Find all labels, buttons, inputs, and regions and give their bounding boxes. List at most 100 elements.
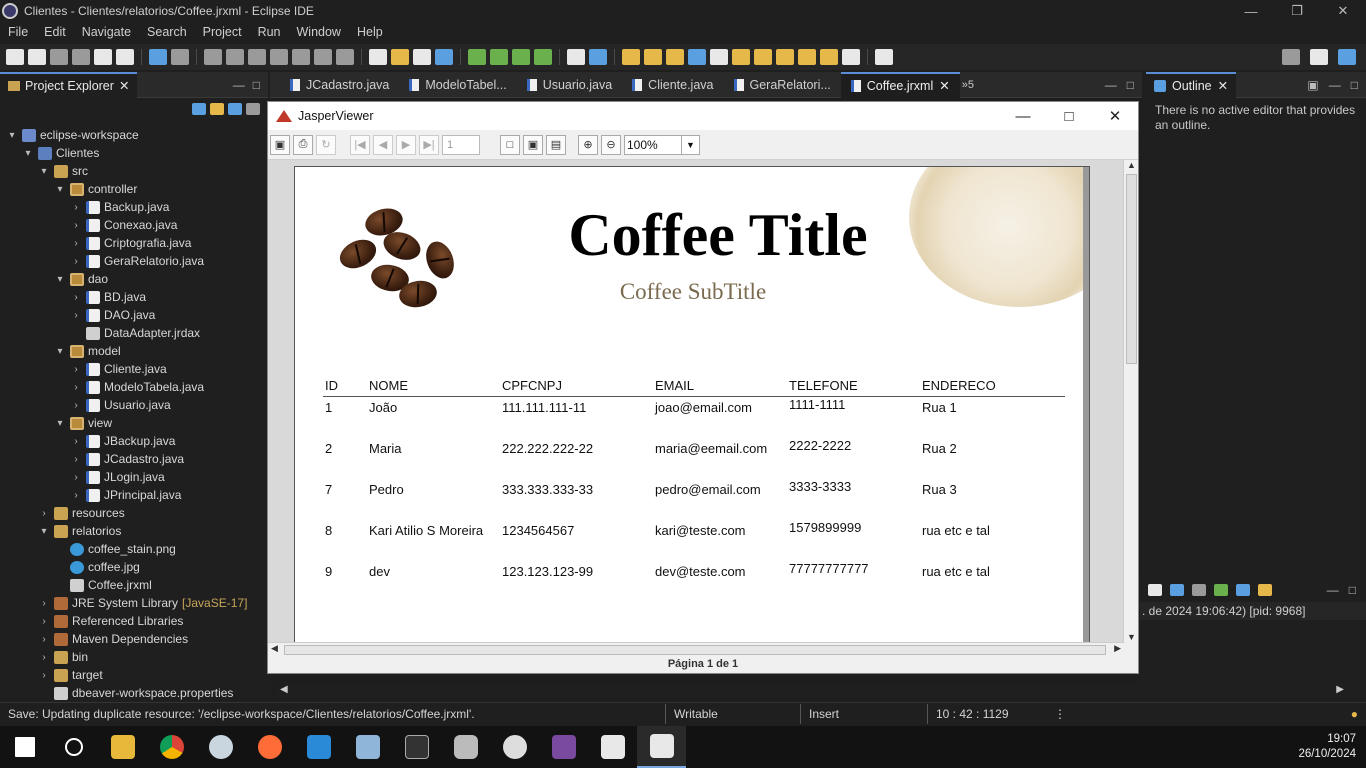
chevron-down-icon[interactable]: ▾ xyxy=(54,274,66,285)
report-vscrollbar[interactable]: ▲ ▼ xyxy=(1123,160,1138,642)
run-icon[interactable] xyxy=(490,49,508,65)
console-new-icon[interactable] xyxy=(1258,584,1272,596)
terminate-icon[interactable] xyxy=(248,49,266,65)
chevron-down-icon[interactable]: ▼ xyxy=(681,135,699,154)
chevron-right-icon[interactable]: › xyxy=(38,670,50,681)
minimize-view-icon[interactable]: — xyxy=(1327,583,1339,597)
previous-page-icon[interactable]: ◀ xyxy=(373,134,393,155)
maximize-view-icon[interactable]: □ xyxy=(1351,78,1358,92)
editor-tab[interactable]: Coffee.jrxml ✕ xyxy=(840,71,960,98)
chevron-right-icon[interactable]: › xyxy=(70,202,82,213)
last-edit-icon[interactable] xyxy=(776,49,794,65)
menu-edit[interactable]: Edit xyxy=(36,25,74,39)
file-explorer-icon[interactable] xyxy=(98,726,147,768)
chevron-right-icon[interactable]: › xyxy=(38,616,50,627)
jasper-taskbar-icon[interactable] xyxy=(588,726,637,768)
tree-item[interactable]: Coffee.jrxml xyxy=(0,576,268,594)
chevron-down-icon[interactable]: ▾ xyxy=(22,148,34,159)
chevron-right-icon[interactable]: › xyxy=(70,292,82,303)
console-display-icon[interactable] xyxy=(1236,584,1250,596)
more-tabs-button[interactable]: »5 xyxy=(962,79,974,91)
tree-item[interactable]: › JPrincipal.java xyxy=(0,486,268,504)
menu-file[interactable]: File xyxy=(0,25,36,39)
vscode-icon[interactable] xyxy=(294,726,343,768)
menu-help[interactable]: Help xyxy=(349,25,391,39)
tree-item[interactable]: › Maven Dependencies xyxy=(0,630,268,648)
previous-annotation-icon[interactable] xyxy=(754,49,772,65)
chevron-down-icon[interactable]: ▾ xyxy=(54,418,66,429)
maximize-view-icon[interactable]: □ xyxy=(1127,78,1134,92)
tree-item[interactable]: ▾ relatorios xyxy=(0,522,268,540)
chevron-right-icon[interactable]: › xyxy=(70,436,82,447)
page-number-input[interactable]: 1 xyxy=(442,134,480,155)
taskbar-clock[interactable]: 19:07 26/10/2024 xyxy=(1298,732,1366,762)
fit-page-icon[interactable]: ▣ xyxy=(523,134,543,155)
save-all-icon[interactable] xyxy=(72,49,90,65)
open-type-icon[interactable] xyxy=(622,49,640,65)
tree-item[interactable]: › Cliente.java xyxy=(0,360,268,378)
tree-item[interactable]: ▾ view xyxy=(0,414,268,432)
view-menu-icon[interactable] xyxy=(246,103,260,115)
open-task-icon[interactable] xyxy=(644,49,662,65)
tree-item[interactable]: ▾ src xyxy=(0,162,268,180)
filter-icon[interactable] xyxy=(228,103,242,115)
print-icon[interactable]: ⎙ xyxy=(293,134,313,155)
console-open-icon[interactable] xyxy=(1214,584,1228,596)
open-icon[interactable] xyxy=(28,49,46,65)
editor-hscrollbar[interactable]: ◀ ▶ xyxy=(276,684,1348,698)
collapse-all-icon[interactable] xyxy=(192,103,206,115)
tree-item[interactable]: ▾ Clientes xyxy=(0,144,268,162)
task-icon[interactable] xyxy=(391,49,409,65)
chevron-down-icon[interactable]: ▾ xyxy=(54,346,66,357)
chevron-right-icon[interactable]: › xyxy=(38,598,50,609)
tree-item[interactable]: ▾ controller xyxy=(0,180,268,198)
status-more-icon[interactable]: ⋮ xyxy=(1046,703,1074,725)
jv-maximize-button[interactable]: □ xyxy=(1046,102,1092,130)
back-icon[interactable] xyxy=(798,49,816,65)
close-button[interactable]: ✕ xyxy=(1320,0,1366,22)
maximize-view-icon[interactable]: □ xyxy=(1349,583,1356,597)
new-icon[interactable] xyxy=(6,49,24,65)
jv-close-button[interactable]: ✕ xyxy=(1092,102,1138,130)
maximize-view-icon[interactable]: □ xyxy=(253,78,260,92)
editor-tab[interactable]: ModeloTabel... xyxy=(399,72,516,98)
settings-icon[interactable] xyxy=(490,726,539,768)
first-page-icon[interactable]: |◀ xyxy=(350,134,370,155)
tab-project-explorer[interactable]: Project Explorer ✕ xyxy=(0,71,138,98)
chevron-down-icon[interactable]: ▾ xyxy=(54,184,66,195)
tree-item[interactable]: › Criptografia.java xyxy=(0,234,268,252)
close-tab-icon[interactable]: ✕ xyxy=(939,78,949,93)
restore-button[interactable]: ❐ xyxy=(1274,0,1320,22)
terminal-icon[interactable] xyxy=(149,49,167,65)
tree-item[interactable]: ▾ eclipse-workspace xyxy=(0,126,268,144)
chevron-down-icon[interactable]: ▾ xyxy=(38,526,50,537)
reload-icon[interactable]: ↻ xyxy=(316,134,336,155)
tree-item[interactable]: › ModeloTabela.java xyxy=(0,378,268,396)
actual-size-icon[interactable]: □ xyxy=(500,134,520,155)
menu-run[interactable]: Run xyxy=(250,25,289,39)
new-package-icon[interactable] xyxy=(589,49,607,65)
suspend-icon[interactable] xyxy=(226,49,244,65)
coverage-icon[interactable] xyxy=(512,49,530,65)
tree-item[interactable]: DataAdapter.jrdax xyxy=(0,324,268,342)
resume-icon[interactable] xyxy=(204,49,222,65)
chevron-right-icon[interactable]: › xyxy=(70,238,82,249)
web-browser-icon[interactable] xyxy=(688,49,706,65)
skip-breakpoints-icon[interactable] xyxy=(171,49,189,65)
chevron-down-icon[interactable]: ▾ xyxy=(38,166,50,177)
new-java-project-icon[interactable] xyxy=(567,49,585,65)
save-report-icon[interactable]: ▣ xyxy=(270,134,290,155)
tree-item[interactable]: › Referenced Libraries xyxy=(0,612,268,630)
perspective-icon[interactable] xyxy=(1310,49,1328,65)
virtualbox-icon[interactable] xyxy=(343,726,392,768)
link-with-editor-icon[interactable] xyxy=(210,103,224,115)
minimize-view-icon[interactable]: — xyxy=(233,78,245,92)
java-perspective-icon[interactable] xyxy=(1338,49,1356,65)
chevron-right-icon[interactable]: › xyxy=(70,310,82,321)
disconnect-icon[interactable] xyxy=(270,49,288,65)
toggle-mark-icon[interactable] xyxy=(369,49,387,65)
tree-item[interactable]: dbeaver-workspace.properties xyxy=(0,684,268,702)
save-icon[interactable] xyxy=(50,49,68,65)
pin-editor-icon[interactable] xyxy=(875,49,893,65)
zoom-in-icon[interactable]: ⊕ xyxy=(578,134,598,155)
